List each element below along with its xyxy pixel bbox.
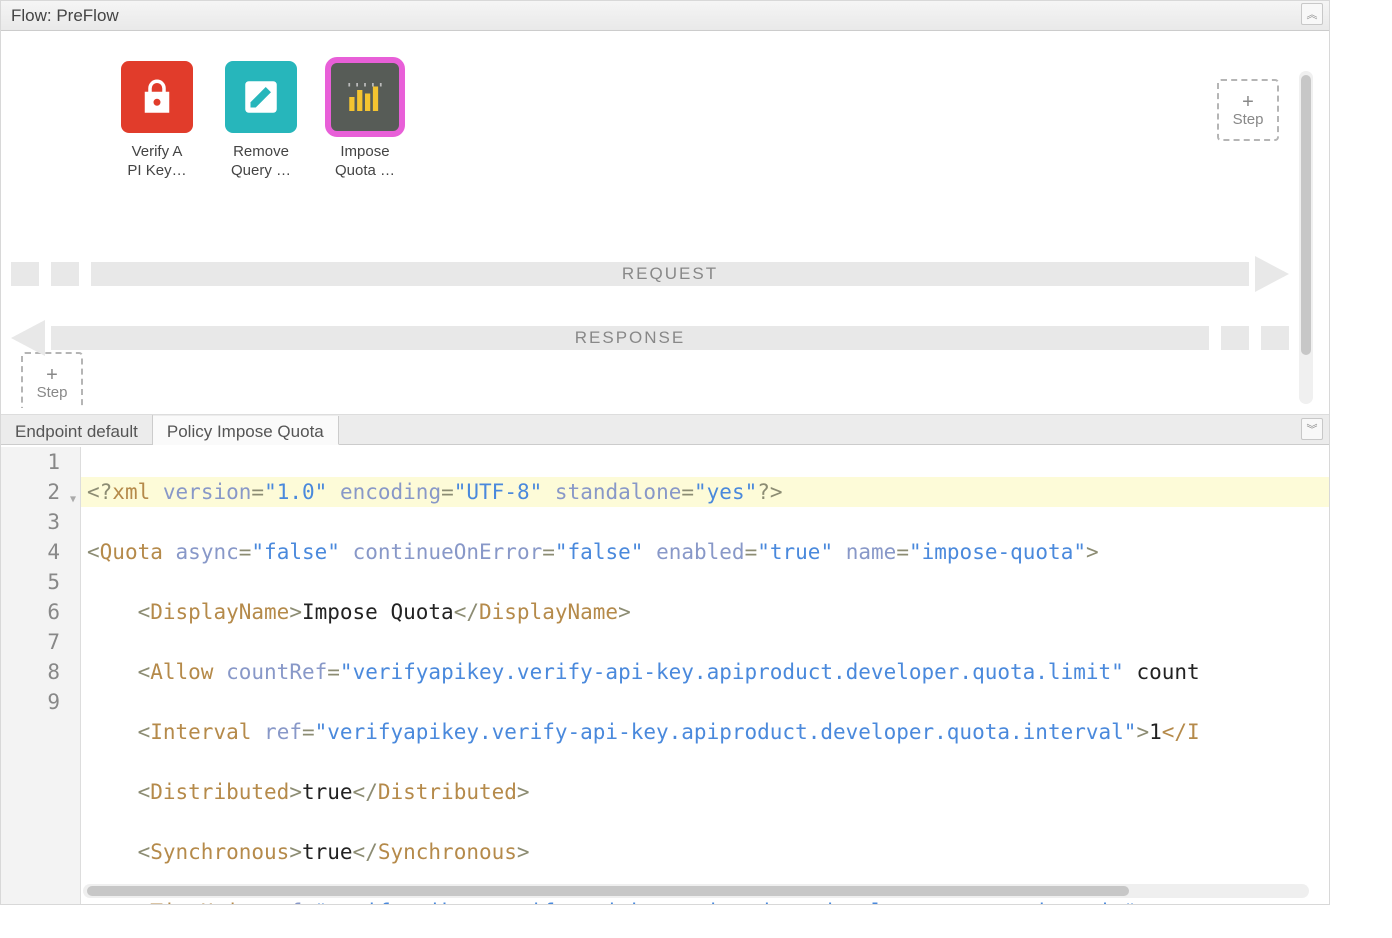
code-line[interactable]: <Interval ref="verifyapikey.verify-api-k… (81, 717, 1329, 747)
plus-icon: + (46, 365, 58, 385)
chevron-double-down-icon: ︾ (1307, 421, 1318, 437)
plus-icon: + (1242, 92, 1254, 112)
expand-editor-button[interactable]: ︾ (1301, 418, 1323, 440)
xml-editor[interactable]: 1 2▼ 3 4 5 6 7 8 9 <?xml version="1.0" e… (1, 447, 1329, 904)
step-verify-api-key[interactable]: Verify A PI Key… (116, 61, 198, 181)
request-flow-row: REQUEST (11, 257, 1289, 291)
step-label: Impose Quota … (324, 143, 406, 181)
tab-endpoint-default[interactable]: Endpoint default (1, 415, 153, 444)
step-impose-quota[interactable]: Impose Quota … (324, 61, 406, 181)
scrollbar-thumb[interactable] (87, 886, 1129, 896)
code-line[interactable]: <?xml version="1.0" encoding="UTF-8" sta… (81, 477, 1329, 507)
response-flow-row: RESPONSE (11, 321, 1289, 355)
code-line[interactable]: <Quota async="false" continueOnError="fa… (81, 537, 1329, 567)
flow-title: Flow: PreFlow (11, 6, 119, 26)
step-remove-query[interactable]: Remove Query … (220, 61, 302, 181)
quota-icon (329, 61, 401, 133)
tab-policy-impose-quota[interactable]: Policy Impose Quota (153, 416, 339, 445)
proxy-editor-panel: Flow: PreFlow ︽ Verify A PI Key… (0, 0, 1330, 905)
flow-vertical-scrollbar[interactable] (1299, 71, 1313, 404)
response-target-dashes (1221, 326, 1289, 350)
step-label: Remove Query … (220, 143, 302, 181)
step-label: Verify A PI Key… (116, 143, 198, 181)
code-line[interactable]: <Allow countRef="verifyapikey.verify-api… (81, 657, 1329, 687)
code-body[interactable]: <?xml version="1.0" encoding="UTF-8" sta… (81, 447, 1329, 904)
code-line[interactable]: <TimeUnit ref="verifyapikey.verify-api-k… (81, 897, 1329, 904)
code-line[interactable]: <Distributed>true</Distributed> (81, 777, 1329, 807)
request-steps: Verify A PI Key… Remove Query … Impo (116, 61, 406, 181)
arrow-right-icon (1255, 256, 1289, 292)
code-line[interactable]: <DisplayName>Impose Quota</DisplayName> (81, 597, 1329, 627)
line-gutter: 1 2▼ 3 4 5 6 7 8 9 (1, 447, 81, 904)
pencil-icon (225, 61, 297, 133)
response-label: RESPONSE (551, 326, 709, 350)
collapse-flow-button[interactable]: ︽ (1301, 3, 1323, 25)
lock-icon (121, 61, 193, 133)
chevron-double-up-icon: ︽ (1307, 6, 1318, 22)
editor-horizontal-scrollbar[interactable] (83, 884, 1309, 898)
add-request-step-button[interactable]: + Step (1217, 79, 1279, 141)
code-line[interactable]: <Synchronous>true</Synchronous> (81, 837, 1329, 867)
add-response-step-button[interactable]: + Step (21, 352, 83, 414)
editor-tabs: Endpoint default Policy Impose Quota ︾ (1, 415, 1329, 445)
scrollbar-thumb[interactable] (1301, 75, 1311, 355)
flow-header: Flow: PreFlow ︽ (1, 1, 1329, 31)
request-label: REQUEST (598, 262, 742, 286)
arrow-left-icon (11, 320, 45, 356)
flow-diagram: Verify A PI Key… Remove Query … Impo (1, 31, 1329, 415)
request-source-dashes (11, 262, 79, 286)
